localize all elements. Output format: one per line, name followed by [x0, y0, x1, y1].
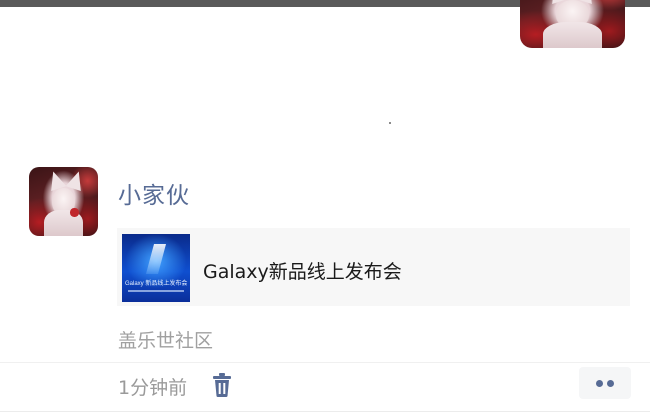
avatar-accent	[70, 208, 79, 217]
thumbnail-subline	[128, 290, 184, 292]
link-title: Galaxy新品线上发布会	[203, 261, 402, 283]
more-button[interactable]	[579, 367, 631, 399]
thumbnail-text: Galaxy 新品线上发布会	[125, 281, 188, 287]
thumbnail-light-beam	[145, 244, 167, 274]
previous-post-avatar[interactable]	[520, 0, 625, 48]
avatar[interactable]	[29, 167, 98, 236]
shared-link-card[interactable]: Galaxy 新品线上发布会 Galaxy新品线上发布会	[117, 228, 630, 306]
username[interactable]: 小家伙	[118, 176, 190, 210]
trash-icon-glyph	[213, 373, 231, 397]
avatar-ear	[65, 169, 87, 192]
more-dots-icon	[596, 380, 603, 387]
link-thumbnail: Galaxy 新品线上发布会	[122, 234, 190, 302]
avatar-body	[543, 22, 602, 48]
bottom-divider	[0, 411, 650, 412]
divider	[0, 362, 650, 363]
post-source[interactable]: 盖乐世社区	[118, 326, 213, 353]
post-timestamp: 1分钟前	[118, 377, 188, 399]
trash-icon[interactable]	[210, 372, 234, 398]
more-dots-icon	[607, 380, 614, 387]
stray-dot	[389, 122, 391, 124]
